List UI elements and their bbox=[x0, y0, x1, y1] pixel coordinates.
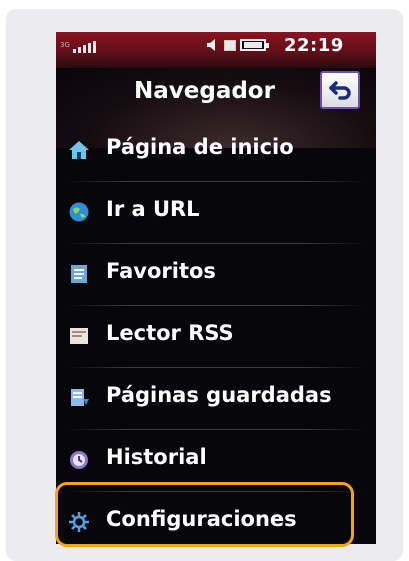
menu-item-label: Lector RSS bbox=[106, 321, 234, 345]
menu-item-label: Historial bbox=[106, 445, 207, 469]
history-icon bbox=[70, 451, 88, 469]
rss-icon bbox=[70, 328, 88, 344]
back-arrow-icon bbox=[329, 81, 351, 100]
globe-icon bbox=[69, 202, 89, 222]
phone-screen: 3G 22:19 Navegador Página de inicio Ir a… bbox=[56, 32, 376, 544]
battery-icon bbox=[240, 39, 269, 51]
bookmarks-icon bbox=[71, 265, 87, 283]
status-bar: 3G 22:19 bbox=[56, 32, 376, 68]
menu-item-label: Ir a URL bbox=[106, 197, 200, 221]
highlight-outline bbox=[55, 482, 354, 547]
menu-item-rss[interactable]: Lector RSS bbox=[56, 306, 376, 368]
back-button[interactable] bbox=[320, 71, 360, 109]
home-icon bbox=[69, 141, 89, 159]
page-title: Navegador bbox=[134, 78, 275, 104]
menu-item-home[interactable]: Página de inicio bbox=[56, 120, 376, 182]
menu-item-saved-pages[interactable]: Páginas guardadas bbox=[56, 368, 376, 430]
menu-item-url[interactable]: Ir a URL bbox=[56, 182, 376, 244]
speaker-icon bbox=[207, 39, 215, 51]
menu-item-favorites[interactable]: Favoritos bbox=[56, 244, 376, 306]
clock: 22:19 bbox=[284, 35, 344, 56]
menu-item-label: Página de inicio bbox=[106, 135, 294, 159]
message-icon bbox=[224, 39, 236, 51]
menu-item-label: Páginas guardadas bbox=[106, 383, 332, 407]
signal-icon: 3G bbox=[60, 41, 96, 53]
saved-pages-icon bbox=[71, 389, 89, 406]
network-label: 3G bbox=[60, 41, 70, 49]
menu-item-label: Favoritos bbox=[106, 259, 216, 283]
